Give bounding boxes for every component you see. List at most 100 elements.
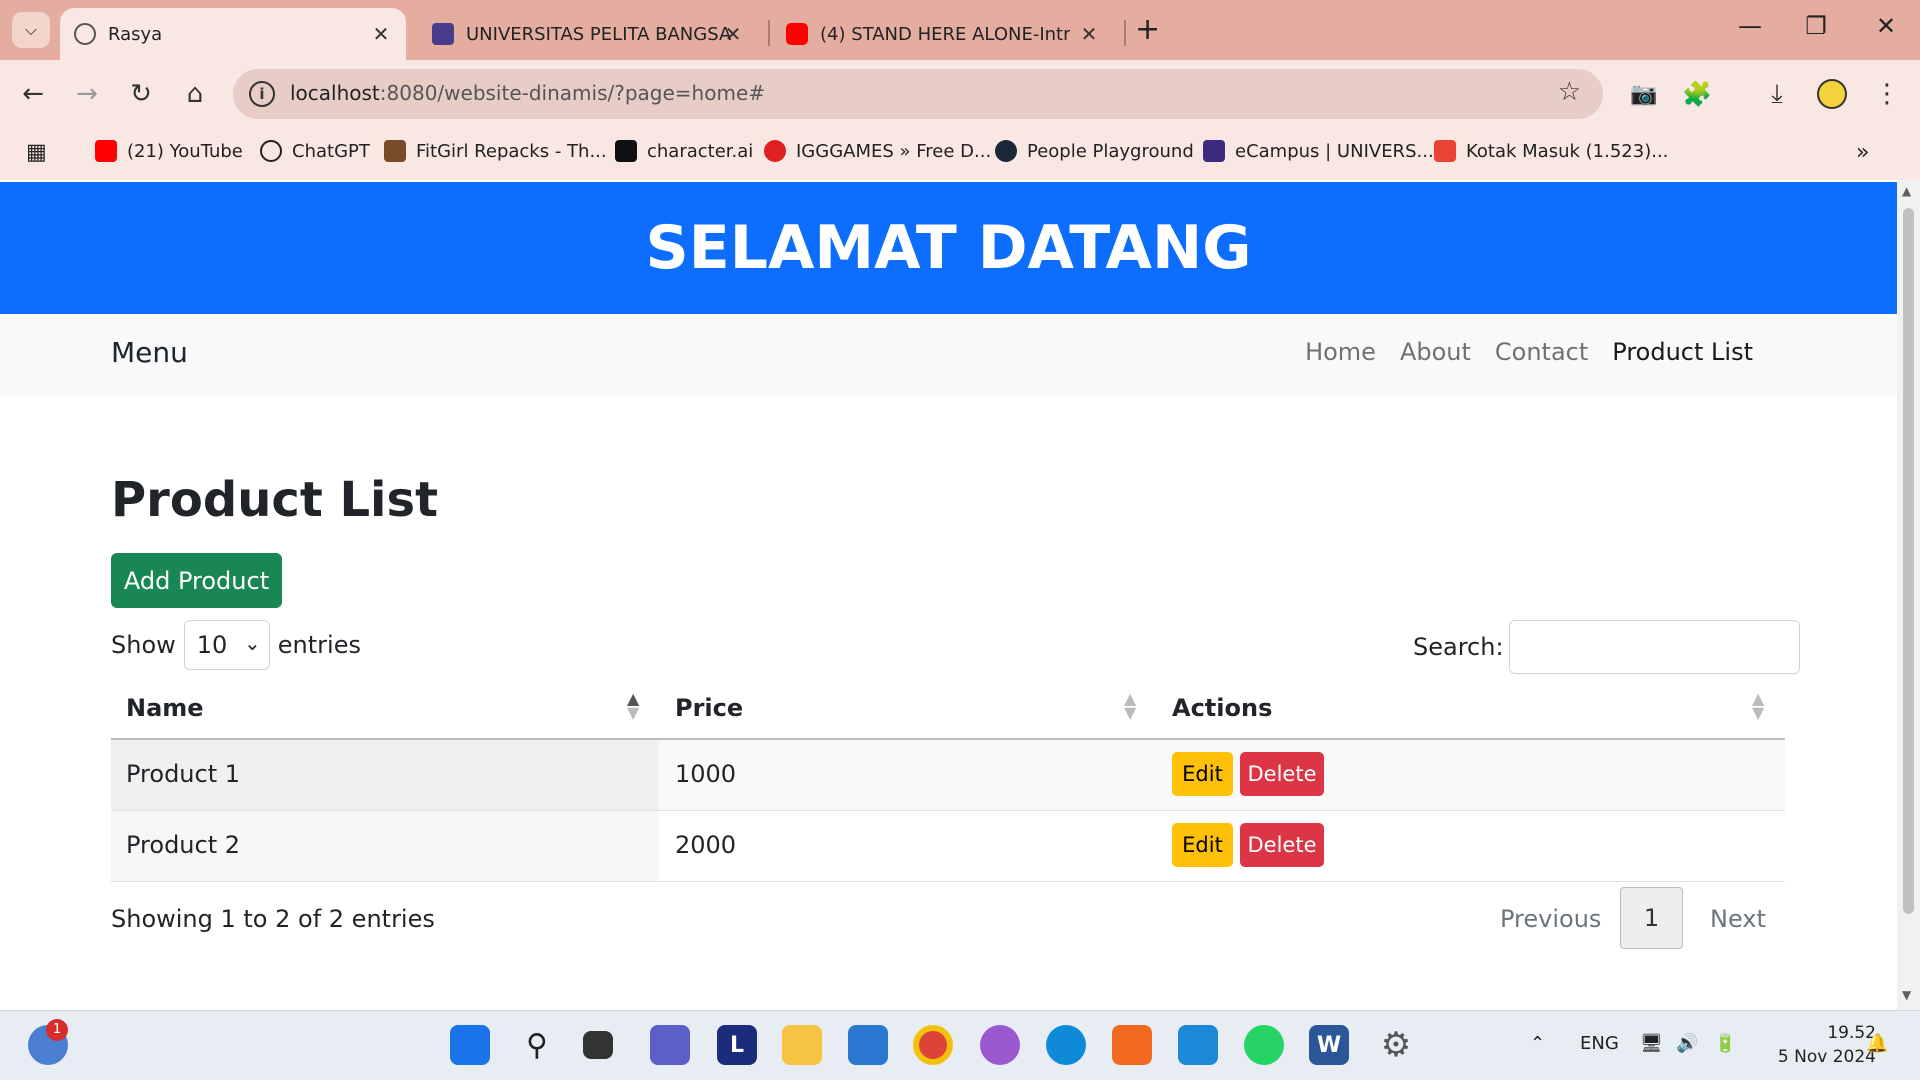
new-tab-button[interactable]: + [1135,12,1160,47]
youtube-icon [786,23,808,45]
pagination-previous[interactable]: Previous [1500,905,1601,933]
bookmark-character-ai[interactable]: character.ai [615,140,753,162]
bookmark-star-icon[interactable]: ☆ [1558,77,1581,107]
tab-title: Rasya [108,23,163,45]
notification-bell-icon[interactable]: 🔔 [1866,1033,1888,1054]
table-info: Showing 1 to 2 of 2 entries [111,905,435,933]
university-logo-icon [432,23,454,45]
gmail-icon [1434,140,1456,162]
word-icon[interactable]: W [1309,1025,1349,1065]
tab-search-button[interactable]: ⌵ [12,12,50,48]
tab-rasya[interactable]: Rasya ✕ [60,8,406,60]
steam-icon [995,140,1017,162]
url-host: localhost [290,81,380,105]
apps-grid-icon[interactable]: ▦ [26,140,47,165]
file-explorer-icon[interactable] [782,1025,822,1065]
show-hidden-icons-chevron-icon[interactable]: ⌃ [1530,1033,1545,1054]
nav-link-contact[interactable]: Contact [1495,338,1588,366]
column-header-name[interactable]: Name [126,694,204,722]
column-header-actions[interactable]: Actions [1172,694,1272,722]
nav-link-home[interactable]: Home [1305,338,1376,366]
delete-button[interactable]: Delete [1240,823,1324,867]
search-input[interactable] [1508,620,1800,674]
bookmark-fitgirl[interactable]: FitGirl Repacks - Th... [384,140,607,162]
bookmark-gmail[interactable]: Kotak Masuk (1.523)... [1434,140,1668,162]
chevron-down-icon: ⌵ [24,20,38,39]
close-icon[interactable]: ✕ [370,22,392,46]
notification-badge: 1 [46,1019,68,1041]
taskbar: 1 ⚲ L W ⚙ ⌃ ENG 🖥 🔊 🔋 19.52 5 Nov 2024 🔔 [0,1010,1920,1080]
pagination-current-page[interactable]: 1 [1620,887,1683,949]
pagination-next[interactable]: Next [1710,905,1766,933]
minimize-button[interactable]: — [1730,12,1770,40]
menu-kebab-icon[interactable]: ⋮ [1870,77,1904,111]
windows-start-icon[interactable] [450,1025,490,1065]
table-row: Product 2 2000 Edit Delete [111,811,1785,882]
vscode-icon[interactable] [1178,1025,1218,1065]
teams-icon[interactable] [650,1025,690,1065]
chrome-icon[interactable] [913,1025,953,1065]
sort-icon[interactable]: ▲ ▼ [1752,691,1764,721]
bookmark-chatgpt[interactable]: ChatGPT [260,140,370,162]
column-header-price[interactable]: Price [675,694,743,722]
language-indicator[interactable]: ENG [1580,1033,1619,1054]
site-info-icon[interactable]: i [249,81,275,107]
nav-link-product-list[interactable]: Product List [1612,338,1753,366]
restore-button[interactable]: ❐ [1796,12,1836,40]
tab-title: (4) STAND HERE ALONE-Introve [820,23,1070,45]
forward-button[interactable]: → [70,77,104,111]
scroll-down-icon[interactable]: ▼ [1902,988,1911,1002]
tab-youtube[interactable]: (4) STAND HERE ALONE-Introve ✕ [772,8,1114,60]
delete-button[interactable]: Delete [1240,752,1324,796]
table-row: Product 1 1000 Edit Delete [111,740,1785,811]
address-bar[interactable]: i localhost:8080/website-dinamis/?page=h… [233,69,1603,119]
close-icon[interactable]: ✕ [722,22,744,46]
more-bookmarks-icon[interactable]: » [1856,140,1869,165]
bookmark-label: (21) YouTube [127,140,243,162]
entries-select[interactable]: 10 ⌄ [183,620,270,670]
clock[interactable]: 19.52 5 Nov 2024 [1760,1021,1876,1069]
app-l-icon[interactable]: L [717,1025,757,1065]
bookmark-ecampus[interactable]: eCampus | UNIVERS... [1203,140,1434,162]
profile-avatar[interactable] [1815,77,1849,111]
add-product-button[interactable]: Add Product [111,553,282,608]
university-logo-icon [1203,140,1225,162]
bookmark-igggames[interactable]: IGGGAMES » Free D... [764,140,991,162]
home-button[interactable]: ⌂ [178,77,212,111]
bookmark-youtube[interactable]: (21) YouTube [95,140,243,162]
close-window-button[interactable]: ✕ [1866,12,1906,40]
xampp-icon[interactable] [1112,1025,1152,1065]
bookmark-label: Kotak Masuk (1.523)... [1466,140,1669,162]
whatsapp-icon[interactable] [1244,1025,1284,1065]
nav-link-about[interactable]: About [1400,338,1471,366]
edit-button[interactable]: Edit [1172,752,1233,796]
scrollbar-thumb[interactable] [1903,208,1914,914]
network-icon[interactable]: 🖥 [1640,1033,1663,1054]
edit-button[interactable]: Edit [1172,823,1233,867]
reload-button[interactable]: ↻ [124,77,158,111]
settings-gear-icon[interactable]: ⚙ [1376,1025,1416,1065]
extensions-icon[interactable]: 🧩 [1680,77,1714,111]
back-button[interactable]: ← [16,77,50,111]
close-icon[interactable]: ✕ [1078,22,1100,46]
search-icon[interactable]: ⚲ [517,1025,557,1065]
page-scrollbar[interactable]: ▲ ▼ [1897,180,1920,1010]
chevron-down-icon: ⌄ [244,631,261,655]
browser-chrome: ⌵ Rasya ✕ UNIVERSITAS PELITA BANGSA ✕ (4… [0,0,1920,180]
volume-icon[interactable]: 🔊 [1676,1033,1698,1054]
sort-icon[interactable]: ▲ ▼ [1124,691,1136,721]
camera-icon[interactable]: 📷 [1627,77,1661,111]
store-icon[interactable] [848,1025,888,1065]
edge-icon[interactable] [1046,1025,1086,1065]
task-view-icon[interactable] [583,1031,613,1059]
product-price: 1000 [675,760,737,788]
download-icon[interactable]: ⤓ [1760,77,1794,111]
bookmark-people-playground[interactable]: People Playground [995,140,1194,162]
navbar-brand[interactable]: Menu [111,336,188,369]
sort-asc-icon[interactable]: ▲ ▼ [627,691,639,721]
battery-icon[interactable]: 🔋 [1714,1033,1736,1054]
copilot-icon[interactable] [980,1025,1020,1065]
browser-toolbar: ← → ↻ ⌂ i localhost:8080/website-dinamis… [0,60,1920,128]
tab-universitas[interactable]: UNIVERSITAS PELITA BANGSA ✕ [418,8,758,60]
scroll-up-icon[interactable]: ▲ [1902,184,1911,198]
